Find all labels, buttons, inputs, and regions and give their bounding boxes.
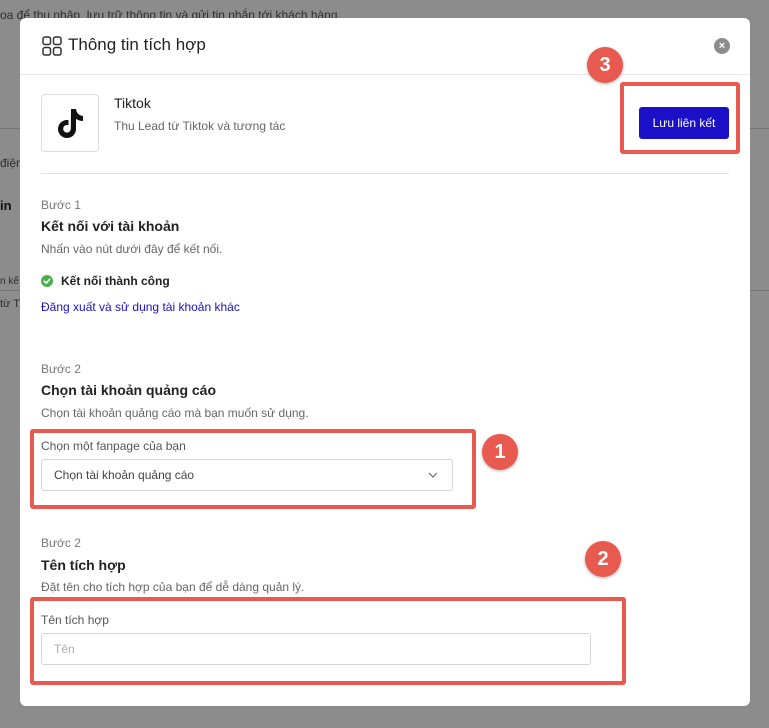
connection-status-text: Kết nối thành công xyxy=(61,274,170,288)
step3-label: Bước 2 xyxy=(41,536,81,550)
annotation-marker-2: 2 xyxy=(585,541,621,577)
step1-label: Bước 1 xyxy=(41,198,81,212)
switch-account-link[interactable]: Đăng xuất và sử dụng tài khoản khác xyxy=(41,300,240,314)
app-description: Thu Lead từ Tiktok và tương tác xyxy=(114,119,286,133)
step2-title: Chọn tài khoản quảng cáo xyxy=(41,382,217,398)
connection-status: Kết nối thành công xyxy=(41,274,170,288)
step3-title: Tên tích hợp xyxy=(41,557,126,573)
step3-description: Đặt tên cho tích hợp của bạn để dễ dàng … xyxy=(41,580,305,594)
step2-description: Chọn tài khoản quảng cáo mà bạn muốn sử … xyxy=(41,406,309,420)
step1-description: Nhấn vào nút dưới đây để kết nối. xyxy=(41,242,223,256)
annotation-box-3 xyxy=(620,82,740,154)
tiktok-icon xyxy=(58,109,83,138)
modal-title: Thông tin tích hợp xyxy=(68,35,206,54)
modal-header: Thông tin tích hợp × xyxy=(20,18,750,75)
annotation-box-1 xyxy=(30,429,476,509)
annotation-marker-1: 1 xyxy=(482,434,518,470)
app-name: Tiktok xyxy=(114,95,151,111)
annotation-marker-3: 3 xyxy=(587,47,623,83)
section-divider xyxy=(41,173,729,174)
annotation-box-2 xyxy=(30,597,626,685)
tiktok-logo-icon xyxy=(41,94,99,152)
step1-title: Kết nối với tài khoản xyxy=(41,218,180,234)
step2-label: Bước 2 xyxy=(41,362,81,376)
close-button[interactable]: × xyxy=(714,38,730,54)
check-circle-icon xyxy=(41,275,53,287)
apps-grid-icon xyxy=(42,36,62,56)
